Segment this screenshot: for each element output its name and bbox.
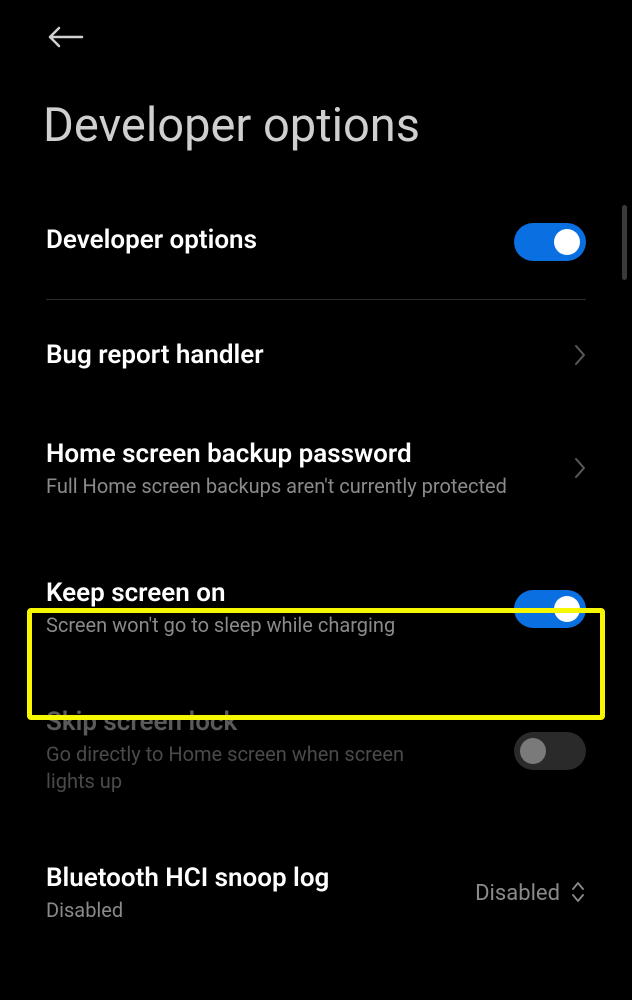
chevron-right-icon — [574, 457, 586, 483]
toggle-keep-screen-on[interactable] — [514, 590, 586, 628]
setting-home-screen-backup-password[interactable]: Home screen backup password Full Home sc… — [0, 419, 632, 520]
toggle-skip-screen-lock — [514, 732, 586, 770]
back-button[interactable] — [48, 26, 84, 52]
setting-bluetooth-hci-snoop-log[interactable]: Bluetooth HCI snoop log Disabled Disable… — [0, 853, 632, 934]
page-title: Developer options — [43, 98, 420, 153]
toggle-thumb — [554, 229, 580, 255]
setting-developer-options[interactable]: Developer options — [0, 195, 632, 289]
setting-title: Home screen backup password — [46, 439, 562, 469]
setting-bug-report-handler[interactable]: Bug report handler — [0, 330, 632, 419]
setting-subtitle: Disabled — [46, 897, 475, 924]
arrow-left-icon — [48, 33, 84, 52]
setting-title: Bug report handler — [46, 340, 562, 370]
setting-title: Developer options — [46, 225, 514, 255]
setting-subtitle: Go directly to Home screen when screen l… — [46, 741, 446, 795]
setting-value: Disabled — [475, 881, 560, 906]
setting-keep-screen-on[interactable]: Keep screen on Screen won't go to sleep … — [0, 560, 632, 657]
setting-title: Skip screen lock — [46, 707, 514, 737]
setting-title: Keep screen on — [46, 578, 514, 608]
setting-subtitle: Full Home screen backups aren't currentl… — [46, 473, 562, 500]
divider — [46, 299, 586, 300]
toggle-thumb — [554, 596, 580, 622]
toggle-developer-options[interactable] — [514, 223, 586, 261]
chevron-right-icon — [574, 344, 586, 370]
toggle-thumb — [520, 738, 546, 764]
chevron-updown-icon — [570, 880, 586, 908]
setting-subtitle: Screen won't go to sleep while charging — [46, 612, 514, 639]
setting-title: Bluetooth HCI snoop log — [46, 863, 475, 893]
setting-skip-screen-lock: Skip screen lock Go directly to Home scr… — [0, 697, 632, 805]
